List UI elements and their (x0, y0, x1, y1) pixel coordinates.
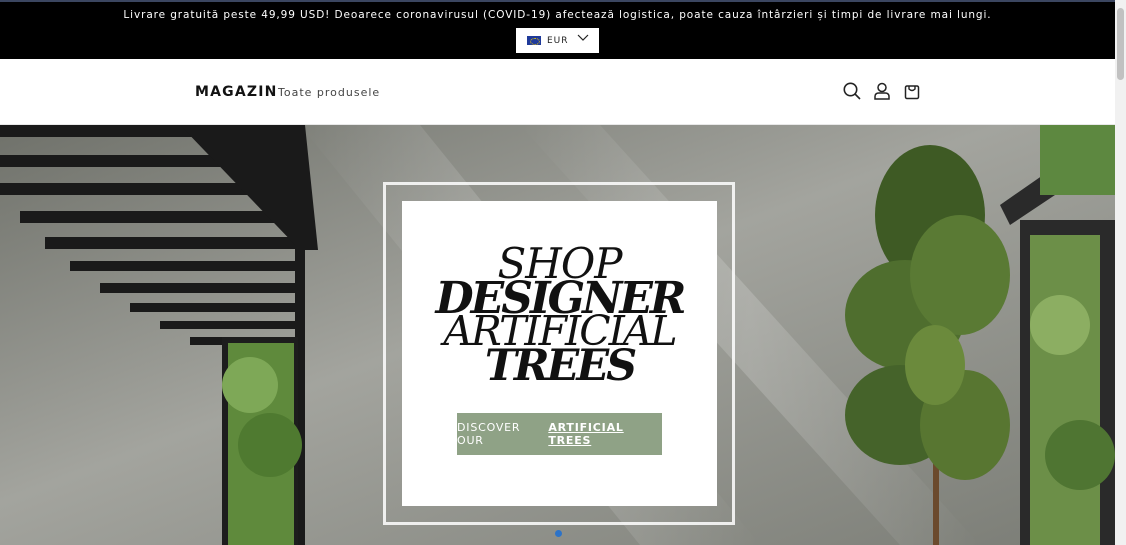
promo-card: SHOP DESIGNER ARTIFICIAL TREES DISCOVER … (402, 201, 717, 506)
account-icon[interactable] (872, 81, 892, 101)
site-header: MAGAZIN Toate produsele (0, 59, 1115, 125)
cta-prefix: DISCOVER OUR (457, 421, 521, 447)
store-logo[interactable]: MAGAZIN (195, 84, 278, 100)
chevron-down-icon (577, 34, 589, 41)
search-icon[interactable] (842, 81, 862, 101)
page-scrollbar[interactable] (1115, 0, 1126, 545)
hero-banner: SHOP DESIGNER ARTIFICIAL TREES DISCOVER … (0, 125, 1115, 545)
nav-link-all-products[interactable]: Toate produsele (278, 86, 380, 99)
promo-line-4: TREES (484, 341, 637, 391)
currency-selector[interactable]: EUR (516, 28, 599, 53)
announcement-text: Livrare gratuită peste 49,99 USD! Deoare… (123, 9, 992, 21)
cart-icon[interactable] (902, 81, 922, 101)
currency-code: EUR (547, 35, 569, 46)
cta-emphasis: ARTIFICIAL TREES (548, 421, 624, 447)
scrollbar-thumb[interactable] (1117, 8, 1124, 80)
eu-flag-icon (527, 36, 541, 45)
discover-artificial-trees-button[interactable]: DISCOVER OUR ARTIFICIAL TREES (457, 413, 662, 455)
slide-indicator-dot[interactable] (555, 530, 562, 537)
announcement-bar: Livrare gratuită peste 49,99 USD! Deoare… (0, 0, 1115, 59)
